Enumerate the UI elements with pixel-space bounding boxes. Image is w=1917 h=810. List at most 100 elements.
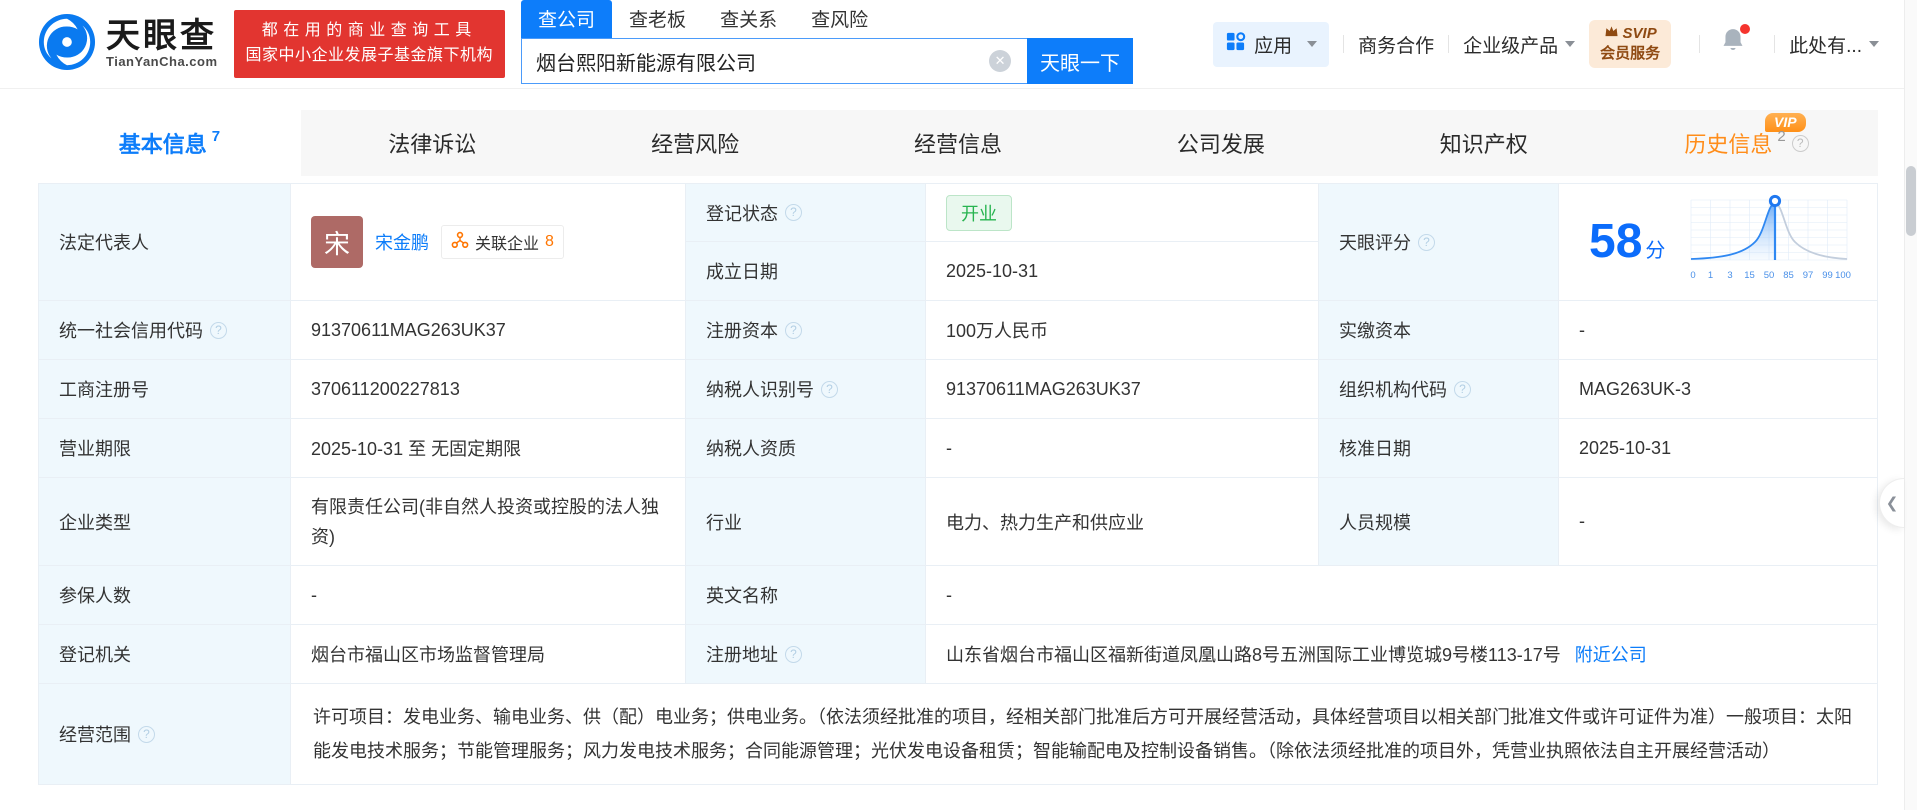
company-basic-info-table: 法定代表人 宋 宋金鹏 关联企业 8 登记状态 ? 开业 成立日期 2025-1…	[38, 183, 1878, 785]
crown-icon	[1604, 24, 1619, 44]
chevron-left-icon: ❮	[1885, 495, 1899, 512]
score-value: 58	[1589, 215, 1643, 268]
field-label-reg-authority: 登记机关	[39, 625, 291, 684]
tab-label: 经营风险	[651, 132, 740, 157]
help-icon[interactable]: ?	[821, 380, 838, 398]
field-value-credit-code: 91370611MAG263UK37	[291, 301, 686, 360]
svip-sublabel: 会员服务	[1600, 45, 1661, 62]
tab-intellectual-property[interactable]: 知识产权	[1352, 110, 1616, 176]
field-label-reg-number: 工商注册号	[39, 360, 291, 419]
related-companies-count: 8	[545, 233, 554, 250]
tab-count: 2	[1777, 127, 1786, 145]
svip-member-badge[interactable]: SVIP 会员服务	[1589, 19, 1672, 69]
field-label-taxpayer-id: 纳税人识别号 ?	[686, 360, 926, 419]
field-label-approval-date: 核准日期	[1319, 419, 1559, 478]
help-icon[interactable]: ?	[1418, 233, 1435, 251]
label-text: 统一社会信用代码	[59, 321, 203, 341]
tab-operating-risk[interactable]: 经营风险	[563, 110, 827, 176]
help-icon[interactable]: ?	[785, 321, 802, 339]
tab-history-info[interactable]: VIP 历史信息 2 ?	[1615, 110, 1879, 176]
label-text: 经营范围	[59, 725, 131, 745]
field-value-tyc-score: 58 分 0 1 3 15 50 85 97 99 100	[1559, 184, 1877, 301]
promo-banner-line1: 都在用的商业查询工具	[261, 22, 477, 40]
user-menu[interactable]: 此处有...	[1789, 31, 1879, 58]
search-tab-boss[interactable]: 查老板	[612, 0, 703, 38]
help-icon[interactable]: ?	[785, 204, 802, 221]
status-badge: 开业	[946, 194, 1012, 231]
help-icon[interactable]: ?	[1791, 134, 1809, 152]
label-text: 成立日期	[706, 262, 778, 282]
field-value-approval-date: 2025-10-31	[1559, 419, 1877, 478]
field-label-industry: 行业	[686, 478, 926, 566]
label-text: 参保人数	[59, 586, 131, 606]
tab-basic-info[interactable]: 基本信息 7	[38, 110, 301, 176]
address-text: 山东省烟台市福山区福新街道凤凰山路8号五洲国际工业博览城9号楼113-17号	[946, 645, 1561, 665]
nav-enterprise-products[interactable]: 企业级产品	[1463, 31, 1576, 58]
related-companies-icon	[451, 231, 469, 254]
search-tab-company[interactable]: 查公司	[521, 0, 613, 38]
help-icon[interactable]: ?	[138, 725, 155, 743]
nearby-companies-link[interactable]: 附近公司	[1575, 641, 1647, 667]
promo-banner: 都在用的商业查询工具 国家中小企业发展子基金旗下机构	[233, 10, 506, 78]
tab-business-info[interactable]: 经营信息	[826, 110, 1090, 176]
label-text: 组织机构代码	[1339, 380, 1447, 400]
field-value-org-code: MAG263UK-3	[1559, 360, 1877, 419]
search-tab-risk[interactable]: 查风险	[794, 0, 885, 38]
score-unit: 分	[1645, 240, 1666, 262]
caret-down-icon	[1307, 41, 1318, 47]
search-input[interactable]	[521, 38, 1028, 84]
field-label-legal-rep: 法定代表人	[39, 184, 291, 301]
svg-text:99: 99	[1823, 270, 1834, 281]
legal-rep-avatar: 宋	[311, 216, 363, 268]
label-text: 人员规模	[1339, 512, 1411, 533]
apps-menu[interactable]: 应用	[1213, 21, 1330, 67]
search-button[interactable]: 天眼一下	[1027, 38, 1134, 84]
tab-label: 历史信息	[1684, 132, 1773, 157]
field-label-paid-capital: 实缴资本	[1319, 301, 1559, 360]
field-label-credit-code: 统一社会信用代码 ?	[39, 301, 291, 360]
field-label-english-name: 英文名称	[686, 566, 926, 625]
field-label-reg-status: 登记状态 ?	[686, 184, 926, 242]
divider	[1343, 35, 1345, 53]
help-icon[interactable]: ?	[785, 645, 802, 663]
search-tab-relation[interactable]: 查关系	[703, 0, 794, 38]
label-text: 营业期限	[59, 439, 131, 459]
label-text: 企业类型	[59, 512, 131, 533]
field-label-org-code: 组织机构代码 ?	[1319, 360, 1559, 419]
field-label-staff-size: 人员规模	[1319, 478, 1559, 566]
help-icon[interactable]: ?	[1454, 380, 1471, 398]
tab-company-development[interactable]: 公司发展	[1089, 110, 1353, 176]
notifications-bell[interactable]	[1720, 24, 1751, 61]
enterprise-label: 企业级产品	[1463, 35, 1559, 57]
help-icon[interactable]: ?	[210, 321, 227, 339]
svg-text:85: 85	[1784, 270, 1795, 281]
nav-business-cooperation[interactable]: 商务合作	[1358, 31, 1434, 58]
promo-banner-line2: 国家中小企业发展子基金旗下机构	[245, 47, 494, 64]
divider	[1774, 35, 1776, 53]
scrollbar-thumb[interactable]	[1906, 166, 1916, 236]
related-companies-badge[interactable]: 关联企业 8	[441, 225, 564, 259]
field-label-business-term: 营业期限	[39, 419, 291, 478]
page-scrollbar[interactable]	[1904, 0, 1917, 810]
legal-rep-name-link[interactable]: 宋金鹏	[375, 229, 429, 255]
field-value-english-name: -	[926, 566, 1877, 625]
clear-search-icon[interactable]: ✕	[989, 50, 1012, 72]
side-panel-collapse-button[interactable]: ❮	[1879, 478, 1904, 528]
field-value-reg-status: 开业	[926, 184, 1319, 242]
field-value-taxpayer-quality: -	[926, 419, 1319, 478]
brand-name: 天眼查	[106, 16, 217, 55]
tianyancha-logo[interactable]: 天眼查 TianYanCha.com	[38, 13, 218, 76]
label-text: 登记状态	[706, 203, 778, 224]
svg-text:1: 1	[1708, 270, 1713, 281]
field-value-reg-capital: 100万人民币	[926, 301, 1319, 360]
label-text: 注册资本	[706, 321, 778, 341]
field-label-est-date: 成立日期	[686, 242, 926, 301]
tianyancha-logo-icon	[38, 13, 96, 76]
svg-text:50: 50	[1764, 270, 1775, 281]
field-value-business-term: 2025-10-31 至 无固定期限	[291, 419, 686, 478]
field-value-reg-address: 山东省烟台市福山区福新街道凤凰山路8号五洲国际工业博览城9号楼113-17号 附…	[926, 625, 1877, 684]
tab-label: 公司发展	[1176, 132, 1265, 157]
tab-legal-proceedings[interactable]: 法律诉讼	[300, 110, 564, 176]
label-text: 注册地址	[706, 645, 778, 665]
caret-down-icon	[1565, 41, 1576, 47]
